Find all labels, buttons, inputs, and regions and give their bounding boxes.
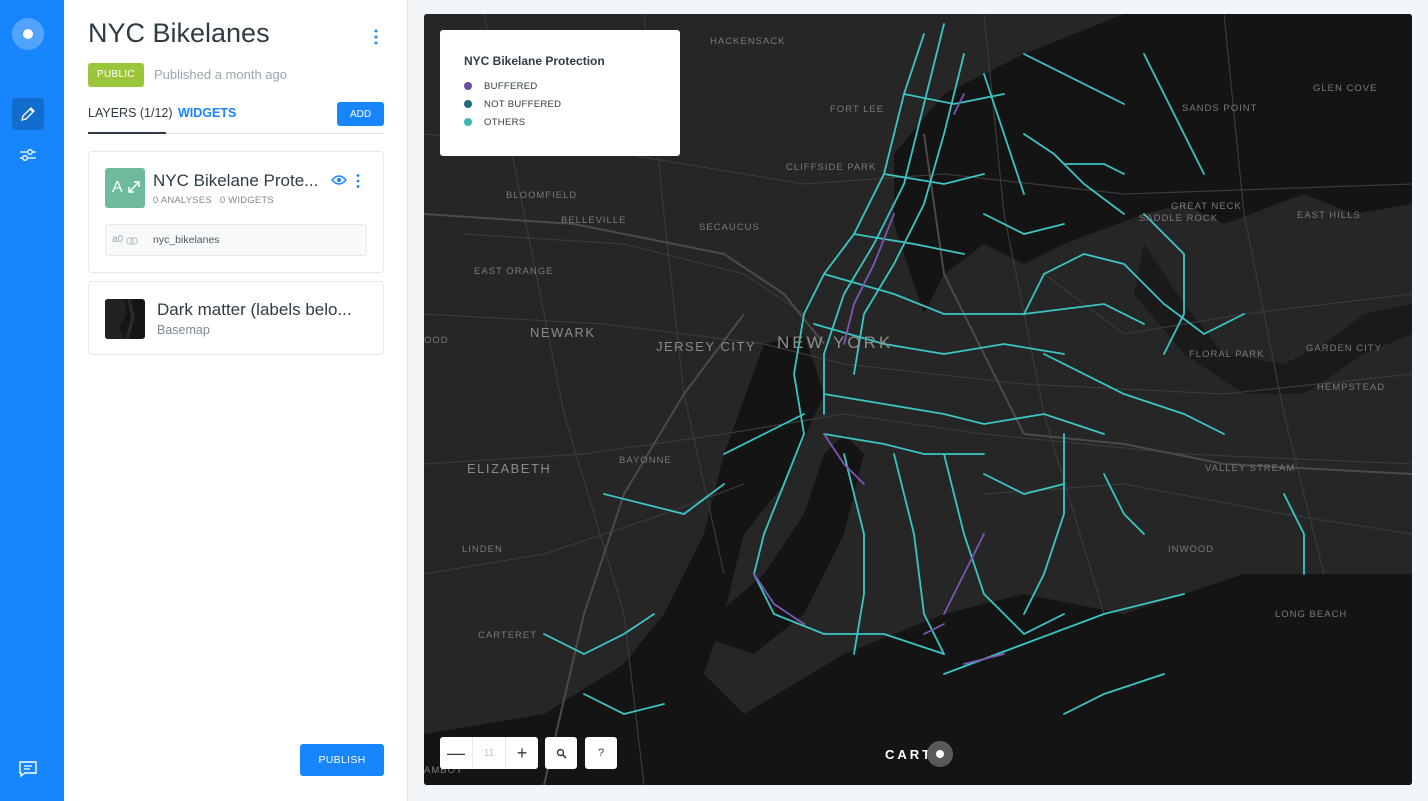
place-label: CLIFFSIDE PARK <box>786 162 877 173</box>
zoom-in-button[interactable]: + <box>506 737 538 769</box>
pencil-icon <box>21 107 35 121</box>
place-label: EAST ORANGE <box>474 266 554 277</box>
zoom-level: 11 <box>472 737 506 769</box>
place-label: BAYONNE <box>619 455 672 466</box>
place-label: LONG BEACH <box>1275 609 1348 620</box>
place-label: BELLEVILLE <box>561 215 627 226</box>
place-label: OOD <box>424 335 449 346</box>
legend-label: BUFFERED <box>484 80 538 92</box>
edit-nav-button[interactable] <box>12 98 44 130</box>
sliders-icon <box>20 149 36 161</box>
privacy-badge[interactable]: PUBLIC <box>88 63 144 87</box>
place-label: BLOOMFIELD <box>506 190 578 201</box>
place-label: VALLEY STREAM <box>1205 463 1296 474</box>
settings-nav-button[interactable] <box>12 139 44 171</box>
place-label: GREAT NECK <box>1171 201 1242 212</box>
place-label: SECAUCUS <box>699 222 760 233</box>
layer-meta: 0 ANALYSES 0 WIDGETS <box>153 195 274 206</box>
legend-item-others: OTHERS <box>464 113 656 131</box>
basemap-subtitle: Basemap <box>157 323 210 337</box>
legend-item-not-buffered: NOT BUFFERED <box>464 95 656 113</box>
add-layer-button[interactable]: ADD <box>337 102 384 126</box>
place-label: LINDEN <box>462 544 503 555</box>
zoom-control: — 11 + <box>440 737 538 769</box>
legend-label: OTHERS <box>484 116 526 128</box>
help-button[interactable]: ? <box>585 737 617 769</box>
search-icon <box>556 748 567 759</box>
place-label: INWOOD <box>1168 544 1215 555</box>
map-title[interactable]: NYC Bikelanes <box>88 18 270 49</box>
zoom-out-button[interactable]: — <box>440 737 472 769</box>
basemap-name[interactable]: Dark matter (labels belo... <box>157 300 352 320</box>
map-options-icon[interactable] <box>368 28 384 46</box>
legend-dot <box>464 118 472 126</box>
layer-options-icon[interactable] <box>354 173 362 189</box>
layer-analyses-count: 0 ANALYSES <box>153 195 212 206</box>
legend-item-buffered: BUFFERED <box>464 77 656 95</box>
legend-dot <box>464 82 472 90</box>
layer-widgets-count: 0 WIDGETS <box>219 195 274 206</box>
place-label: CARTERET <box>478 630 538 641</box>
carto-attribution[interactable]: CART <box>885 741 954 767</box>
legend-title: NYC Bikelane Protection <box>464 54 605 68</box>
place-label: GLEN COVE <box>1313 83 1378 94</box>
place-label: ELIZABETH <box>467 461 552 476</box>
editor-panel: NYC Bikelanes PUBLIC Published a month a… <box>64 0 408 801</box>
place-label: HACKENSACK <box>710 36 786 47</box>
chat-icon[interactable] <box>18 760 38 778</box>
place-label: SANDS POINT <box>1182 103 1258 114</box>
left-rail <box>0 0 64 801</box>
carto-logo-icon[interactable] <box>12 18 44 50</box>
place-label: SADDLE ROCK <box>1139 213 1219 224</box>
basemap-card[interactable]: Dark matter (labels belo... Basemap <box>88 281 384 355</box>
published-status: Published a month ago <box>154 67 287 82</box>
place-label: NEWARK <box>530 325 596 340</box>
place-label: FLORAL PARK <box>1189 349 1265 360</box>
legend-dot <box>464 100 472 108</box>
legend-label: NOT BUFFERED <box>484 98 562 110</box>
place-label: JERSEY CITY <box>656 339 757 354</box>
expand-arrows-icon <box>128 181 140 193</box>
map-legend: NYC Bikelane Protection BUFFERED NOT BUF… <box>440 30 680 156</box>
place-label: FORT LEE <box>830 104 885 115</box>
map-canvas[interactable]: HACKENSACK FORT LEE CLIFFSIDE PARK BLOOM… <box>424 14 1412 785</box>
source-name: nyc_bikelanes <box>153 234 220 246</box>
place-label: HEMPSTEAD <box>1317 382 1386 393</box>
layer-name[interactable]: NYC Bikelane Prote... <box>153 171 318 191</box>
basemap-thumbnail <box>105 299 145 339</box>
place-label: EAST HILLS <box>1297 210 1361 221</box>
place-label: GARDEN CITY <box>1306 343 1382 354</box>
layer-thumbnail[interactable]: A <box>105 168 145 208</box>
tab-widgets[interactable]: WIDGETS <box>178 106 236 120</box>
visibility-eye-icon[interactable] <box>331 174 347 186</box>
carto-wordmark: CART <box>885 746 934 762</box>
publish-button[interactable]: PUBLISH <box>300 744 384 776</box>
layer-card[interactable]: A NYC Bikelane Prote... 0 ANALYSES 0 WIDG… <box>88 151 384 273</box>
place-label: NEW YORK <box>777 333 894 352</box>
tab-layers[interactable]: LAYERS (1/12) <box>88 106 173 134</box>
map-search-button[interactable] <box>545 737 577 769</box>
source-id: a0 <box>112 234 124 245</box>
layer-letter: A <box>112 179 123 196</box>
layer-source[interactable]: a0 nyc_bikelanes <box>105 224 367 256</box>
carto-logo-icon <box>927 741 954 767</box>
chain-link-icon <box>126 237 138 245</box>
